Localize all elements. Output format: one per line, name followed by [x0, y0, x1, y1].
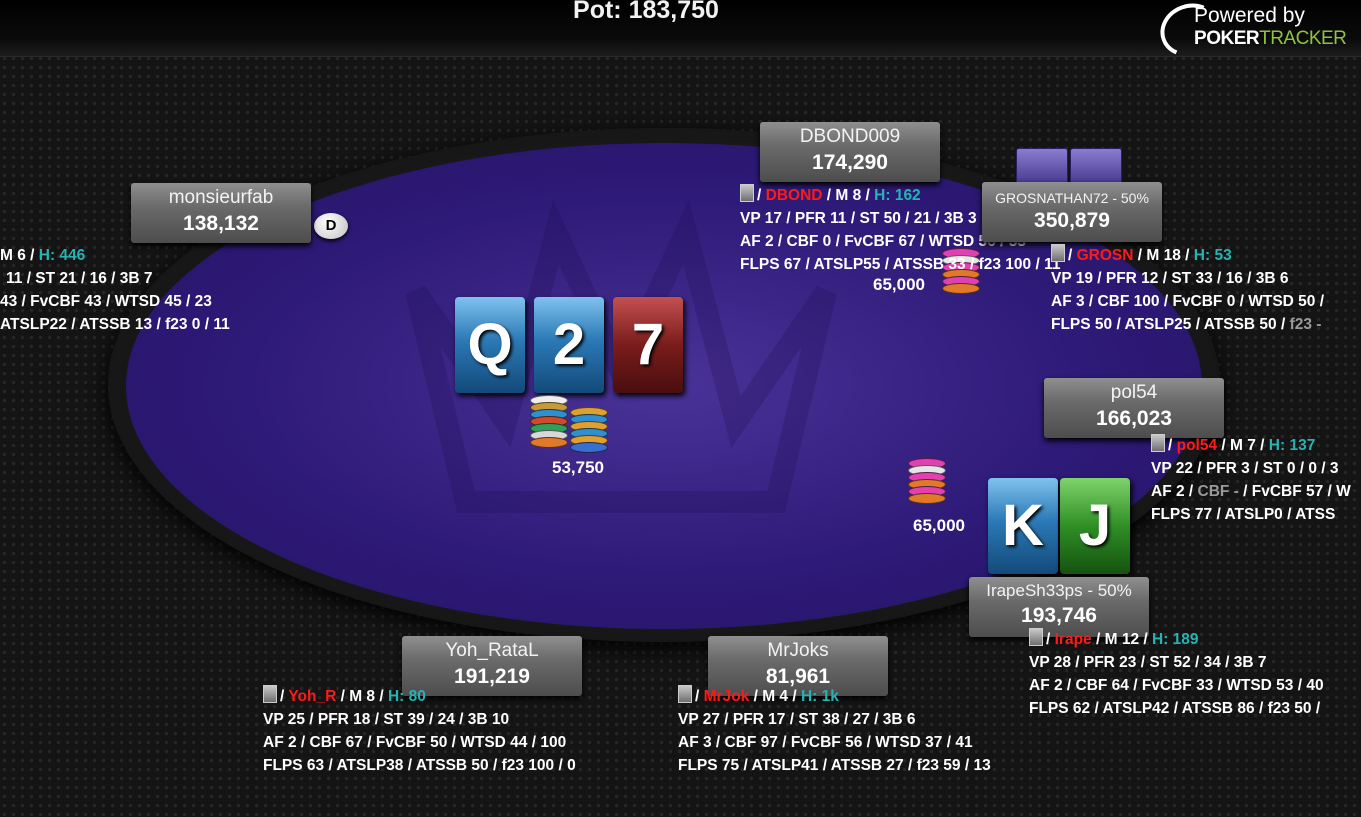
hud-line-3: AF 2 / CBF 67 / FvCBF 50 / WTSD 44 / 100 — [263, 734, 567, 751]
player-stack: 138,132 — [183, 212, 259, 235]
player-name: monsieurfab — [168, 187, 274, 208]
lock-icon — [740, 184, 754, 202]
hud-line-1: / GROSN / M 18 / H: 53 — [1051, 244, 1324, 267]
pot-chips-amount: 53,750 — [552, 458, 604, 477]
board-card-2: 2 — [534, 297, 604, 393]
seat-pol54[interactable]: pol54 166,023 — [1044, 378, 1224, 438]
hud-line-4: FLPS 77 / ATSLP0 / ATSS — [1151, 506, 1336, 523]
logo-brand-oker: OKER — [1206, 28, 1260, 49]
hud-tag: DBOND — [765, 187, 823, 204]
hud-tag: GROSN — [1076, 247, 1134, 264]
hud-hands: H: 446 — [38, 247, 86, 264]
hud-yoh-ratal[interactable]: / Yoh_R / M 8 / H: 80 VP 25 / PFR 18 / S… — [263, 685, 576, 777]
hud-line-1: / Yoh_R / M 8 / H: 80 — [263, 685, 576, 708]
hud-irapesh33ps[interactable]: / Irape / M 12 / H: 189 VP 28 / PFR 23 /… — [1029, 628, 1324, 720]
hud-m: M 4 — [762, 688, 789, 705]
hud-line-4: FLPS 62 / ATSLP42 / ATSSB 86 / f23 50 / — [1029, 700, 1321, 717]
hud-grosnathan72[interactable]: / GROSN / M 18 / H: 53 VP 19 / PFR 12 / … — [1051, 244, 1324, 336]
player-name: Yoh_RataL — [445, 640, 539, 661]
hud-line-1: / Irape / M 12 / H: 189 — [1029, 628, 1324, 651]
seat-dbond009[interactable]: DBOND009 174,290 — [760, 122, 940, 182]
hud-tag: Yoh_R — [288, 688, 337, 705]
hud-tag: Irape — [1054, 631, 1092, 648]
board-card-3: 7 — [613, 297, 683, 393]
hud-hands: H: 137 — [1268, 437, 1316, 454]
hud-line-4: FLPS 67 / ATSLP55 / ATSSB 33 / f23 100 /… — [740, 256, 1061, 273]
hud-line-3-a: AF 2 / — [1151, 483, 1198, 500]
hud-m: M 7 — [1230, 437, 1256, 454]
hud-line-2: 11 / ST 21 / 16 / 3B 7 — [6, 270, 153, 287]
hud-m: M 6 — [0, 247, 26, 264]
hud-line-1: M 6 / H: 446 — [0, 247, 86, 264]
player-name: MrJoks — [767, 640, 829, 661]
hud-line-2: VP 25 / PFR 18 / ST 39 / 24 / 3B 10 — [263, 711, 510, 728]
lock-icon — [1029, 628, 1043, 646]
player-name: IrapeSh33ps - 50% — [986, 581, 1132, 600]
hud-line-3: 43 / FvCBF 43 / WTSD 45 / 23 — [0, 293, 212, 310]
pot-chip-stack-2 — [570, 407, 608, 465]
lock-icon — [263, 685, 277, 703]
hud-line-3: AF 2 / CBF - / FvCBF 57 / W — [1151, 480, 1351, 503]
seat-monsieurfab[interactable]: monsieurfab 138,132 — [131, 183, 311, 243]
hud-tag: pol54 — [1176, 437, 1218, 454]
hud-m: M 8 — [349, 688, 376, 705]
dealer-button: D — [314, 213, 348, 239]
hud-line-3-c: / FvCBF 57 / W — [1238, 483, 1351, 500]
lock-icon — [678, 685, 692, 703]
logo-brand-p: P — [1194, 28, 1207, 49]
logo-brand: POKERTRACKER — [1194, 28, 1347, 50]
hud-monsieurfab[interactable]: M 6 / H: 446 11 / ST 21 / 16 / 3B 7 43 /… — [0, 244, 230, 336]
hud-line-2: VP 27 / PFR 17 / ST 38 / 27 / 3B 6 — [678, 711, 916, 728]
hud-pol54[interactable]: / pol54 / M 7 / H: 137 VP 22 / PFR 3 / S… — [1151, 434, 1351, 526]
hud-line-1: / MrJok / M 4 / H: 1k — [678, 685, 991, 708]
logo-brand-tracker: TRACKER — [1259, 28, 1347, 49]
hud-line-3-na: CBF - — [1197, 483, 1239, 500]
logo-powered-by: Powered by — [1194, 4, 1305, 27]
hud-line-3: AF 2 / CBF 64 / FvCBF 33 / WTSD 53 / 40 — [1029, 677, 1324, 694]
player-stack: 166,023 — [1096, 407, 1172, 430]
pot-total: Pot: 183,750 — [573, 0, 719, 24]
hud-line-4: ATSLP22 / ATSSB 13 / f23 0 / 11 — [0, 316, 230, 333]
player-stack: 350,879 — [1034, 209, 1110, 232]
hero-card-1: K — [988, 478, 1058, 574]
player-stack: 193,746 — [1021, 604, 1097, 627]
hud-mrjoks[interactable]: / MrJok / M 4 / H: 1k VP 27 / PFR 17 / S… — [678, 685, 991, 777]
hud-hands: H: 1k — [800, 688, 839, 705]
hud-m: M 12 — [1104, 631, 1140, 648]
lock-icon — [1051, 244, 1065, 262]
board-card-1: Q — [455, 297, 525, 393]
pokertracker-logo: Powered by POKERTRACKER — [1152, 0, 1355, 65]
seat-grosnathan72[interactable]: GROSNATHAN72 - 50% 350,879 — [982, 182, 1162, 242]
player-name: GROSNATHAN72 - 50% — [995, 190, 1149, 206]
hud-line-4: FLPS 50 / ATSLP25 / ATSSB 50 / f23 - — [1051, 313, 1324, 336]
hud-hands: H: 53 — [1193, 247, 1232, 264]
hud-hands: H: 189 — [1152, 631, 1199, 648]
player-name: pol54 — [1110, 382, 1158, 403]
hud-line-3: AF 3 / CBF 100 / FvCBF 0 / WTSD 50 / — [1051, 293, 1325, 310]
bet-amount-hero: 65,000 — [913, 516, 965, 535]
hero-card-2: J — [1060, 478, 1130, 574]
hud-line-2: VP 19 / PFR 12 / ST 33 / 16 / 3B 6 — [1051, 270, 1289, 287]
hud-tag: MrJok — [703, 688, 750, 705]
hud-line-1: / pol54 / M 7 / H: 137 — [1151, 434, 1351, 457]
pot-chip-stack-1 — [530, 395, 568, 453]
hud-hands: H: 162 — [874, 187, 921, 204]
hud-line-4: FLPS 63 / ATSLP38 / ATSSB 50 / f23 100 /… — [263, 757, 576, 774]
hud-line-2: VP 22 / PFR 3 / ST 0 / 0 / 3 — [1151, 460, 1339, 477]
bet-chip-stack-hero — [908, 458, 946, 516]
hud-line-3: AF 3 / CBF 97 / FvCBF 56 / WTSD 37 / 41 — [678, 734, 973, 751]
player-name: DBOND009 — [799, 126, 901, 147]
hud-line-4: FLPS 75 / ATSLP41 / ATSSB 27 / f23 59 / … — [678, 757, 991, 774]
player-stack: 174,290 — [812, 151, 888, 174]
hud-line-4-main: FLPS 50 / ATSLP25 / ATSSB 50 / — [1051, 316, 1290, 333]
hud-line-4-na: f23 - — [1289, 316, 1322, 333]
hud-m: M 18 — [1146, 247, 1181, 264]
lock-icon — [1151, 434, 1165, 452]
hud-m: M 8 — [835, 187, 862, 204]
hud-line-2: VP 28 / PFR 23 / ST 52 / 34 / 3B 7 — [1029, 654, 1267, 671]
bet-amount-top: 65,000 — [873, 275, 925, 294]
hud-hands: H: 80 — [387, 688, 426, 705]
